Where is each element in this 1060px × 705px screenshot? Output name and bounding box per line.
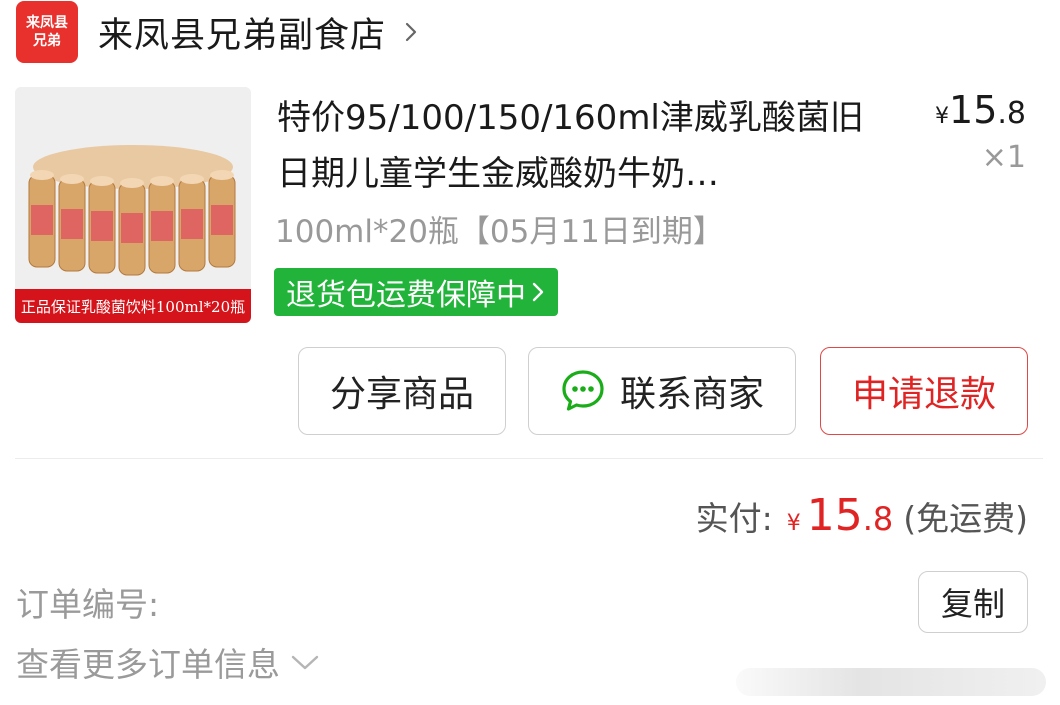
- wechat-chat-icon: [562, 370, 604, 411]
- amount-paid: 实付: ¥ 15 .8 (免运费): [696, 490, 1028, 541]
- shop-logo[interactable]: 来凤县 兄弟: [16, 1, 78, 63]
- share-product-button[interactable]: 分享商品: [298, 347, 506, 435]
- amount-paid-label: 实付:: [695, 499, 773, 538]
- drink-bottles-illustration: [15, 87, 251, 289]
- order-number-label: 订单编号:: [16, 585, 160, 624]
- copy-button-label: 复制: [940, 585, 1005, 623]
- price-symbol: ¥: [935, 104, 950, 129]
- price-integer: 15: [949, 88, 998, 132]
- product-quantity: ×1: [981, 140, 1026, 175]
- contact-merchant-label: 联系商家: [619, 374, 764, 415]
- product-spec: 100ml*20瓶【05月11日到期】: [275, 214, 724, 250]
- amount-paid-integer: 15: [806, 490, 863, 541]
- chevron-right-icon[interactable]: [400, 21, 422, 43]
- shop-header[interactable]: 来凤县 兄弟 来凤县兄弟副食店: [16, 0, 422, 64]
- copy-button[interactable]: 复制: [918, 571, 1028, 633]
- shop-logo-line2: 兄弟: [33, 33, 61, 49]
- share-product-label: 分享商品: [329, 374, 474, 415]
- refund-guarantee-badge[interactable]: 退货包运费保障中: [274, 268, 558, 316]
- shop-logo-line1: 来凤县: [26, 15, 68, 31]
- price-decimal: .8: [997, 96, 1026, 131]
- chevron-right-icon: [532, 282, 544, 302]
- shop-name[interactable]: 来凤县兄弟副食店: [98, 7, 386, 58]
- more-order-info-toggle[interactable]: 查看更多订单信息: [16, 638, 320, 686]
- watermark: [736, 668, 1046, 696]
- section-divider: [15, 458, 1043, 459]
- image-caption: 正品保证乳酸菌饮料100ml*20瓶: [15, 289, 251, 323]
- chevron-down-icon: [291, 655, 319, 670]
- product-title[interactable]: 特价95/100/150/160ml津威乳酸菌旧日期儿童学生金威酸奶牛奶…: [277, 90, 897, 202]
- request-refund-label: 申请退款: [851, 374, 996, 415]
- amount-paid-decimal: .8: [862, 500, 894, 538]
- product-price: ¥15.8: [935, 88, 1026, 132]
- more-order-info-label: 查看更多订单信息: [16, 645, 280, 684]
- contact-merchant-button[interactable]: 联系商家: [528, 347, 796, 435]
- amount-paid-symbol: ¥: [786, 511, 801, 536]
- product-image[interactable]: 正品保证乳酸菌饮料100ml*20瓶: [15, 87, 251, 323]
- free-shipping-note: (免运费): [903, 499, 1028, 538]
- request-refund-button[interactable]: 申请退款: [820, 347, 1028, 435]
- refund-guarantee-label: 退货包运费保障中: [286, 278, 526, 313]
